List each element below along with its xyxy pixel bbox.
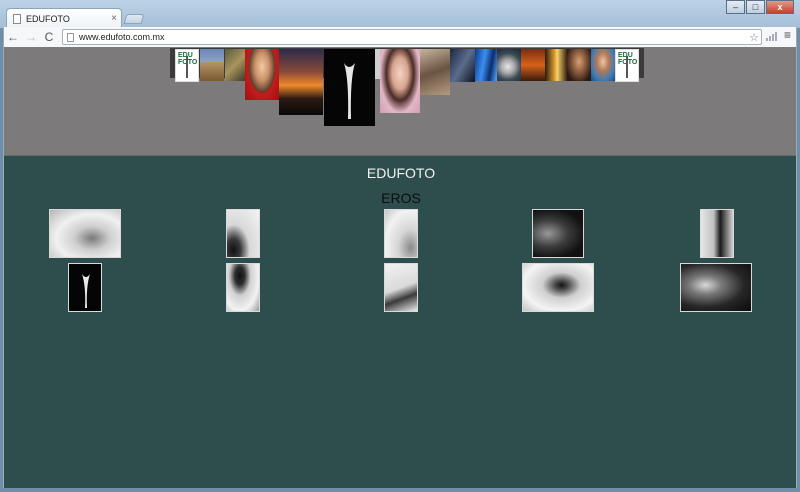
gallery-photo[interactable]	[226, 209, 260, 258]
address-bar[interactable]: www.edufoto.com.mx ☆	[62, 29, 762, 45]
new-tab-button[interactable]	[123, 14, 145, 24]
window-controls: – □ x	[725, 0, 794, 14]
browser-toolbar: ← → C www.edufoto.com.mx ☆ ≡	[3, 27, 797, 47]
window-titlebar: EDUFOTO × – □ x	[0, 0, 800, 28]
page-icon	[67, 32, 74, 42]
edufoto-logo-left[interactable]: EDU FOTO	[175, 49, 199, 82]
gallery-photo[interactable]	[68, 263, 102, 312]
banner-thumb-woman-red[interactable]	[245, 49, 279, 100]
gallery-photo[interactable]	[680, 263, 752, 312]
banner-thumb-cafe[interactable]	[420, 49, 450, 95]
tab-title: EDUFOTO	[26, 13, 70, 24]
banner-thumb-figure-black[interactable]	[324, 49, 375, 126]
signal-icon[interactable]	[766, 32, 778, 41]
banner-thumb-girl-portrait[interactable]	[380, 49, 420, 113]
browser-tab[interactable]: EDUFOTO ×	[6, 8, 122, 28]
back-button[interactable]: ←	[4, 28, 22, 46]
figure-silhouette	[344, 63, 355, 119]
gallery-photo[interactable]	[384, 263, 418, 312]
gallery-photo[interactable]	[532, 209, 584, 258]
page-icon	[13, 13, 21, 24]
minimize-button[interactable]: –	[726, 0, 745, 14]
close-window-button[interactable]: x	[766, 0, 794, 14]
banner-thumb-beer[interactable]	[545, 49, 567, 81]
banner-thumb-man-portrait[interactable]	[567, 49, 591, 81]
gallery-photo[interactable]	[226, 263, 260, 312]
url-text[interactable]: www.edufoto.com.mx	[79, 32, 747, 42]
figure-silhouette	[82, 274, 90, 308]
bookmark-star-icon[interactable]: ☆	[747, 31, 761, 44]
maximize-button[interactable]: □	[746, 0, 765, 14]
banner-thumb-seagull[interactable]	[497, 49, 521, 81]
section-title: EROS	[381, 190, 421, 206]
banner-thumb-skyscraper[interactable]	[450, 49, 475, 82]
edufoto-logo-right[interactable]: EDU FOTO	[615, 49, 639, 82]
gallery-photo[interactable]	[700, 209, 734, 258]
banner-thumb-blue-glass[interactable]	[475, 49, 497, 81]
gallery-photo[interactable]	[522, 263, 594, 312]
forward-button[interactable]: →	[22, 28, 40, 46]
banner-thumb-sunset[interactable]	[279, 49, 323, 115]
banner-thumb-woman-blue[interactable]	[591, 49, 615, 81]
banner-thumb-fruit[interactable]	[521, 49, 545, 81]
gallery-photo[interactable]	[384, 209, 418, 258]
banner-thumb-cathedral[interactable]	[200, 49, 224, 81]
tab-close-icon[interactable]: ×	[107, 13, 121, 24]
gallery-photo[interactable]	[49, 209, 121, 258]
banner-thumb-building[interactable]	[225, 49, 245, 81]
menu-icon[interactable]: ≡	[784, 28, 791, 42]
page-viewport: EDU FOTO EDU FOTO EDUFOTO EROS	[3, 47, 797, 488]
site-title: EDUFOTO	[366, 165, 436, 181]
reload-button[interactable]: C	[40, 28, 58, 46]
header-band: EDU FOTO EDU FOTO	[4, 47, 796, 156]
